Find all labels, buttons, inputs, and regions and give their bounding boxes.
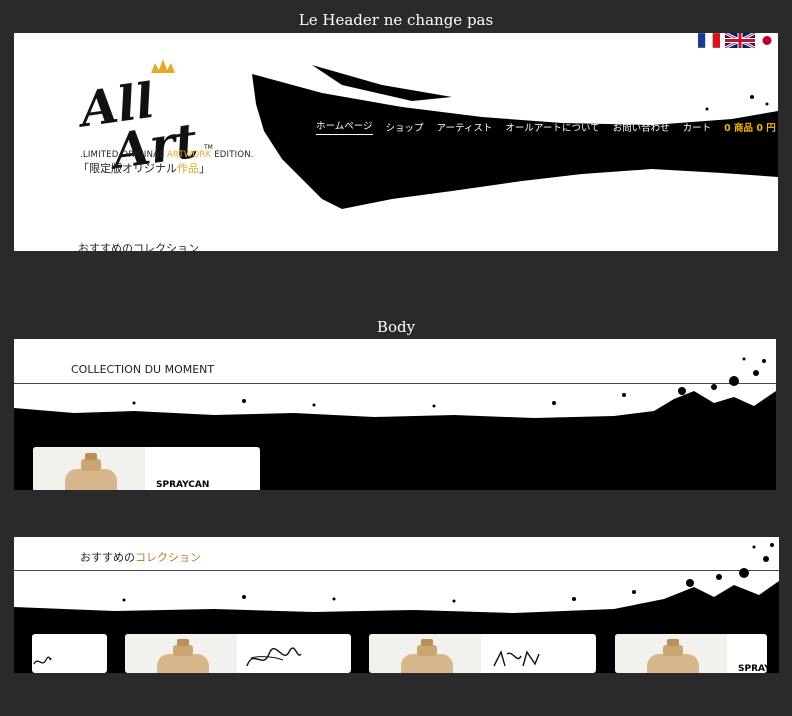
header-preview: All Art TM .LIMITED ORIGINAL ARTWORK EDI… bbox=[14, 33, 778, 251]
jp-flag-icon[interactable] bbox=[760, 33, 774, 48]
product-card-spraycan[interactable]: SPRAYCAN bbox=[33, 447, 260, 490]
main-nav: ホームページ ショップ アーティスト オールアートについて お問い合わせ カート… bbox=[316, 118, 778, 135]
body-preview-1: COLLECTION DU MOMENT SPRAYCAN bbox=[14, 339, 776, 490]
product-title: SPRAYCAN bbox=[156, 480, 210, 490]
body-section-title: Body bbox=[376, 318, 416, 336]
logo-tagline-en: .LIMITED ORIGINAL ARTWORK EDITION. bbox=[80, 150, 254, 160]
nav-cart[interactable]: カート bbox=[683, 120, 712, 134]
product-card-2[interactable] bbox=[125, 634, 351, 673]
nav-about[interactable]: オールアートについて bbox=[505, 120, 599, 134]
nav-shop[interactable]: ショップ bbox=[386, 120, 424, 134]
cart-summary[interactable]: 0 商品 0 円 bbox=[724, 120, 776, 134]
body-preview-2: おすすめのコレクション SPRA bbox=[14, 537, 779, 673]
language-switcher bbox=[698, 33, 774, 48]
header-section-title: Le Header ne change pas bbox=[298, 11, 494, 29]
fr-flag-icon[interactable] bbox=[698, 33, 720, 48]
spray-can-image bbox=[615, 634, 727, 673]
artist-signature bbox=[493, 650, 540, 667]
product-card-4[interactable]: SPRAY bbox=[615, 634, 767, 673]
product-card-partial[interactable] bbox=[32, 634, 107, 673]
spray-can-image bbox=[125, 634, 237, 673]
nav-artists[interactable]: アーティスト bbox=[437, 120, 493, 134]
header-collection-label: おすすめのコレクション bbox=[78, 242, 199, 251]
logo-tagline-jp: 「限定版オリジナル作品」 bbox=[78, 162, 210, 175]
nav-contact[interactable]: お問い合わせ bbox=[613, 120, 670, 134]
product-card-3[interactable] bbox=[369, 634, 596, 673]
artist-signature bbox=[33, 656, 52, 665]
product-title: SPRAY bbox=[738, 664, 767, 673]
artist-signature bbox=[246, 647, 302, 667]
spray-can-image bbox=[33, 447, 145, 490]
uk-flag-icon[interactable] bbox=[725, 33, 755, 48]
nav-home[interactable]: ホームページ bbox=[316, 118, 373, 135]
spray-can-image bbox=[369, 634, 481, 673]
